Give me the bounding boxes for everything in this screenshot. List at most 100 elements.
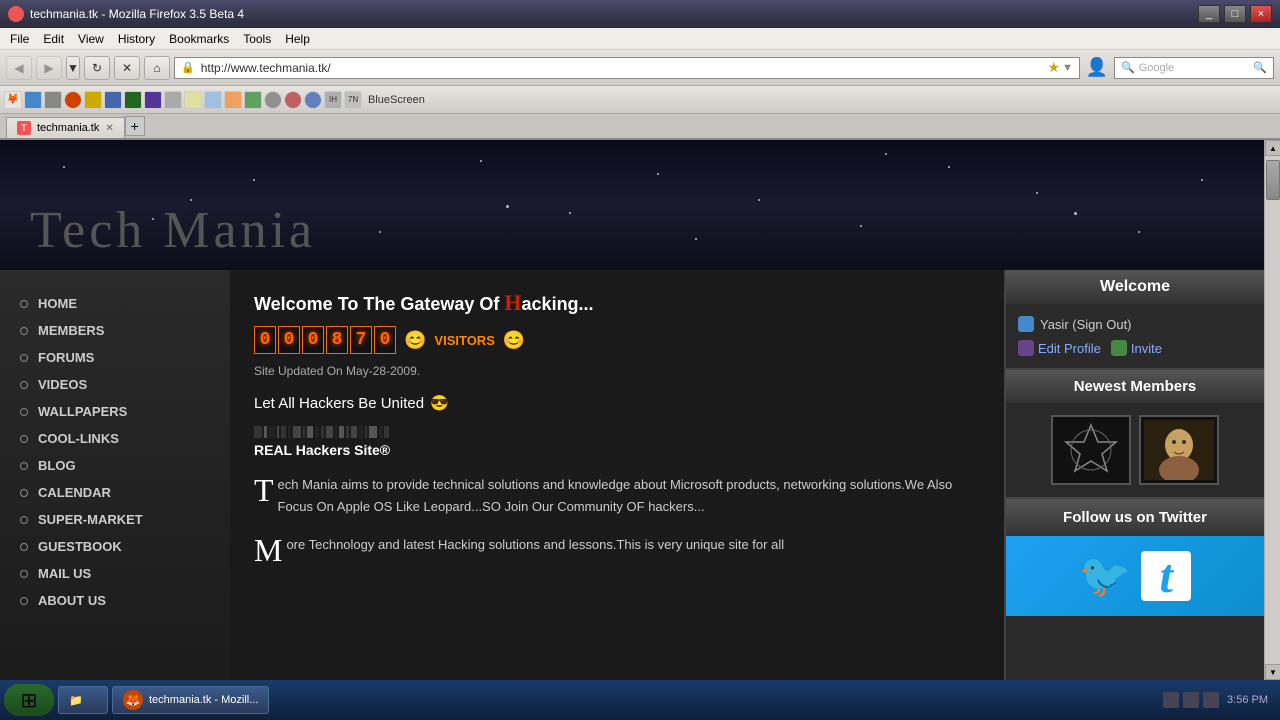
update-text: Site Updated On May-28-2009. (254, 364, 980, 378)
nav-dot (20, 543, 28, 551)
nav-dot (20, 408, 28, 416)
toolbar-icon-3[interactable] (44, 91, 62, 109)
content-para-2: M ore Technology and latest Hacking solu… (254, 534, 980, 556)
invite-link[interactable]: Invite (1111, 340, 1162, 356)
invite-icon (1111, 340, 1127, 356)
address-bar[interactable]: 🔒 http://www.techmania.tk/ ★ ▼ (174, 57, 1080, 79)
toolbar-icon-8[interactable] (144, 91, 162, 109)
toolbar-icon-7[interactable] (124, 91, 142, 109)
toolbar-icon-5[interactable] (84, 91, 102, 109)
site-nav: HOME MEMBERS FORUMS VIDEOS WALLPAPERS CO… (0, 270, 230, 680)
start-button[interactable]: ⊞ (4, 684, 54, 716)
scroll-thumb[interactable] (1266, 160, 1280, 200)
refresh-button[interactable]: ↻ (84, 56, 110, 80)
site-header: Tech Mania (0, 140, 1264, 270)
search-bar[interactable]: 🔍 Google 🔍 (1114, 57, 1274, 79)
menu-view[interactable]: View (72, 30, 110, 48)
drop-cap-t: T (254, 474, 274, 506)
active-tab[interactable]: T techmania.tk ✕ (6, 117, 125, 138)
twitter-bird-icon: 🐦 (1079, 552, 1131, 601)
nav-coollinks[interactable]: COOL-LINKS (0, 425, 230, 452)
nav-aboutus[interactable]: ABOUT US (0, 587, 230, 614)
maximize-button[interactable]: □ (1224, 5, 1246, 23)
nav-guestbook[interactable]: GUESTBOOK (0, 533, 230, 560)
nav-supermarket[interactable]: SUPER-MARKET (0, 506, 230, 533)
toolbar-icon-13[interactable] (244, 91, 262, 109)
toolbar-icon-9[interactable] (164, 91, 182, 109)
taskbar-browser[interactable]: 🦊 techmania.tk - Mozill... (112, 686, 269, 714)
menu-bar: File Edit View History Bookmarks Tools H… (0, 28, 1280, 50)
twitter-button[interactable]: Follow us on Twitter (1006, 499, 1264, 536)
nav-videos[interactable]: VIDEOS (0, 371, 230, 398)
toolbar-icon-6[interactable] (104, 91, 122, 109)
nav-members[interactable]: MEMBERS (0, 317, 230, 344)
tab-bar: T techmania.tk ✕ + (0, 114, 1280, 140)
home-button[interactable]: ⌂ (144, 56, 170, 80)
menu-help[interactable]: Help (279, 30, 316, 48)
newest-members-title: Newest Members (1006, 370, 1264, 403)
toolbar-icon-11[interactable] (204, 91, 222, 109)
menu-edit[interactable]: Edit (37, 30, 70, 48)
taskbar-explorer[interactable]: 📁 (58, 686, 108, 714)
back-button[interactable]: ◀ (6, 56, 32, 80)
sidebar-actions: Edit Profile Invite (1018, 340, 1252, 356)
member-thumb-2[interactable] (1139, 415, 1219, 485)
nav-blog[interactable]: BLOG (0, 452, 230, 479)
nav-dot (20, 300, 28, 308)
nav-dot (20, 462, 28, 470)
nav-dot (20, 489, 28, 497)
toolbar-icon-1[interactable]: 🦊 (4, 91, 22, 109)
toolbar-icon-4[interactable] (64, 91, 82, 109)
nav-calendar[interactable]: CALENDAR (0, 479, 230, 506)
identity-button[interactable]: 👤 (1086, 57, 1108, 78)
nav-mailus[interactable]: MAIL US (0, 560, 230, 587)
toolbar-icon-16[interactable] (304, 91, 322, 109)
close-button[interactable]: × (1250, 5, 1272, 23)
content-para-1: T ech Mania aims to provide technical so… (254, 474, 980, 518)
nav-dot (20, 381, 28, 389)
menu-bookmarks[interactable]: Bookmarks (163, 30, 235, 48)
firefox-taskbar-icon: 🦊 (123, 690, 143, 710)
nav-home[interactable]: HOME (0, 290, 230, 317)
minimize-button[interactable]: _ (1198, 5, 1220, 23)
member-thumb-1[interactable] (1051, 415, 1131, 485)
search-go[interactable]: 🔍 (1253, 61, 1267, 74)
menu-file[interactable]: File (4, 30, 35, 48)
toolbar-icon-14[interactable] (264, 91, 282, 109)
menu-tools[interactable]: Tools (237, 30, 277, 48)
toolbar-icon-15[interactable] (284, 91, 302, 109)
twitter-t-logo: t (1141, 551, 1191, 601)
stop-button[interactable]: ✕ (114, 56, 140, 80)
site-sidebar: Welcome Yasir (Sign Out) Edit Profile In… (1004, 270, 1264, 680)
tab-close-icon[interactable]: ✕ (105, 123, 113, 134)
nav-forums[interactable]: FORUMS (0, 344, 230, 371)
forward-button[interactable]: ▶ (36, 56, 62, 80)
visitors-label: VISITORS (434, 333, 494, 348)
twitter-image: 🐦 t (1006, 536, 1264, 616)
nav-dot (20, 597, 28, 605)
toolbar-icon-12[interactable] (224, 91, 242, 109)
vertical-scrollbar[interactable]: ▲ ▼ (1264, 140, 1280, 680)
smiley-right: 😊 (503, 330, 525, 351)
bluescreen-label[interactable]: BlueScreen (364, 94, 429, 106)
new-tab-button[interactable]: + (125, 116, 145, 136)
scroll-up-button[interactable]: ▲ (1265, 140, 1280, 156)
menu-history[interactable]: History (112, 30, 161, 48)
toolbar-icon-2[interactable] (24, 91, 42, 109)
toolbar-icon-10[interactable] (184, 91, 202, 109)
nav-wallpapers[interactable]: WALLPAPERS (0, 398, 230, 425)
dropdown-button[interactable]: ▼ (66, 56, 80, 80)
toolbar-icon-18[interactable]: 7N (344, 91, 362, 109)
window-controls[interactable]: _ □ × (1198, 5, 1272, 23)
counter-digits: 0 0 0 8 7 0 (254, 326, 396, 354)
smiley-left: 😊 (404, 330, 426, 351)
toolbar-icon-17[interactable]: IH (324, 91, 342, 109)
drop-cap-m: M (254, 534, 282, 566)
scroll-down-button[interactable]: ▼ (1265, 664, 1280, 680)
digit-3: 8 (326, 326, 348, 354)
tab-favicon: T (17, 121, 31, 135)
taskbar-browser-label: techmania.tk - Mozill... (149, 694, 258, 706)
edit-profile-link[interactable]: Edit Profile (1018, 340, 1101, 356)
nav-dot (20, 435, 28, 443)
member-avatar-2 (1144, 420, 1214, 480)
